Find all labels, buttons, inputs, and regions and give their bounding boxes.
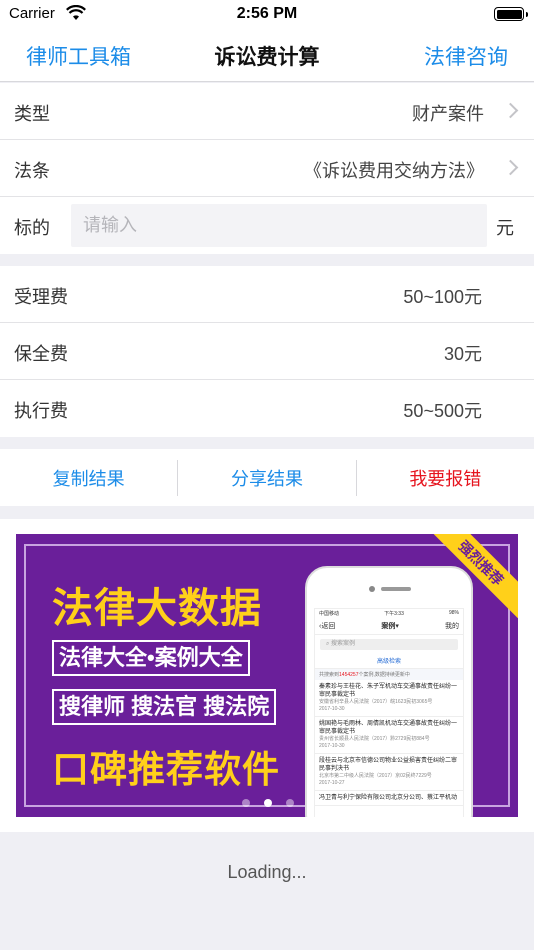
phone-screen: 中国移动 下午3:33 98% ‹返回 案例▾ 我的 ⌕ 搜索案例 高级检索 共… [314,608,464,817]
preservation-fee-value: 30元 [443,344,482,364]
speaker-slot [381,587,411,591]
status-time: 2:56 PM [236,5,298,22]
phone-list-item: 秦素珍与王桂花、朱子军机动车交通事故责任纠纷一审民事裁定书 安徽省利辛县人民法院… [315,680,463,717]
banner-line-2: 搜律师 搜法官 搜法院 [52,689,277,725]
lawyer-toolbox-button[interactable]: 律师工具箱 [26,41,131,71]
case-type-value: 财产案件 [412,104,484,124]
input-group: 类型 财产案件 法条 《诉讼费用交纳方法》 标的 元 [0,83,534,254]
page-dot [286,799,294,807]
banner-container: 法律大数据 法律大全•案例大全 搜律师 搜法官 搜法院 口碑推荐软件 强烈推荐 … [0,519,534,832]
legal-consult-button[interactable]: 法律咨询 [424,41,508,71]
copy-result-button[interactable]: 复制结果 [0,465,177,491]
result-row: 保全费 30元 [0,323,534,380]
preservation-fee-label: 保全费 [14,344,68,364]
page-indicator[interactable] [242,799,294,807]
phone-back: ‹返回 [319,623,336,630]
law-value: 《诉讼费用交纳方法》 [304,161,484,181]
status-bar: Carrier 2:56 PM [0,0,534,28]
filing-fee-label: 受理费 [14,287,68,307]
chevron-right-icon [502,159,519,176]
law-label: 法条 [14,161,50,181]
banner-headline-2: 口碑推荐软件 [52,749,280,790]
amount-unit: 元 [496,218,514,238]
navigation-bar: 律师工具箱 诉讼费计算 法律咨询 [0,28,534,82]
law-row[interactable]: 法条 《诉讼费用交纳方法》 [0,140,534,197]
case-type-row[interactable]: 类型 财产案件 [0,83,534,140]
page-dot-active [264,799,272,807]
execution-fee-label: 执行费 [14,401,68,421]
phone-time: 下午3:33 [384,611,404,617]
page-dot [242,799,250,807]
camera-dot [369,586,375,592]
banner-line-1: 法律大全•案例大全 [52,640,250,676]
filing-fee-value: 50~100元 [403,287,482,307]
phone-battery: 98% [448,610,459,616]
action-bar: 复制结果 分享结果 我要报错 [0,449,534,506]
loading-text: Loading... [227,862,307,882]
amount-row: 标的 元 [0,197,534,254]
phone-hint: 共搜索到1454257个案例,数据持续更新中 [315,669,463,680]
phone-list-item: 姚国艳与毛雨林、周倩凯机动车交通事故责任纠纷一审民事裁定书 贵州省长顺县人民法院… [315,717,463,754]
result-row: 执行费 50~500元 [0,380,534,437]
phone-list-item: 冯卫青与利宁保险有限公司北京分公司、蔡江平机动 [315,791,463,806]
promo-banner[interactable]: 法律大数据 法律大全•案例大全 搜律师 搜法官 搜法院 口碑推荐软件 强烈推荐 … [16,534,518,817]
phone-list-item: 段桂云与北京市信德公司物业公益损害责任纠纷二审民事判决书 北京市第二中级人民法院… [315,754,463,791]
phone-carrier: 中国移动 [319,611,340,617]
phone-nav: ‹返回 案例▾ 我的 [315,618,463,635]
phone-search: ⌕ 搜索案例 [320,639,458,650]
banner-headline: 法律大数据 [52,585,262,631]
phone-status-bar: 中国移动 下午3:33 98% [315,609,463,618]
report-error-button[interactable]: 我要报错 [357,465,534,491]
phone-title: 案例▾ [381,623,399,630]
battery-icon [494,7,528,21]
share-result-button[interactable]: 分享结果 [178,465,355,491]
phone-mockup: 中国移动 下午3:33 98% ‹返回 案例▾ 我的 ⌕ 搜索案例 高级检索 共… [305,566,473,817]
result-row: 受理费 50~100元 [0,266,534,323]
phone-mine: 我的 [444,623,459,630]
results-group: 受理费 50~100元 保全费 30元 执行费 50~500元 [0,266,534,437]
chevron-right-icon [502,102,519,119]
case-type-label: 类型 [14,104,50,124]
amount-label: 标的 [14,218,50,238]
execution-fee-value: 50~500元 [403,401,482,421]
phone-advanced-search: 高级检索 [315,654,463,669]
amount-input[interactable] [71,204,487,247]
